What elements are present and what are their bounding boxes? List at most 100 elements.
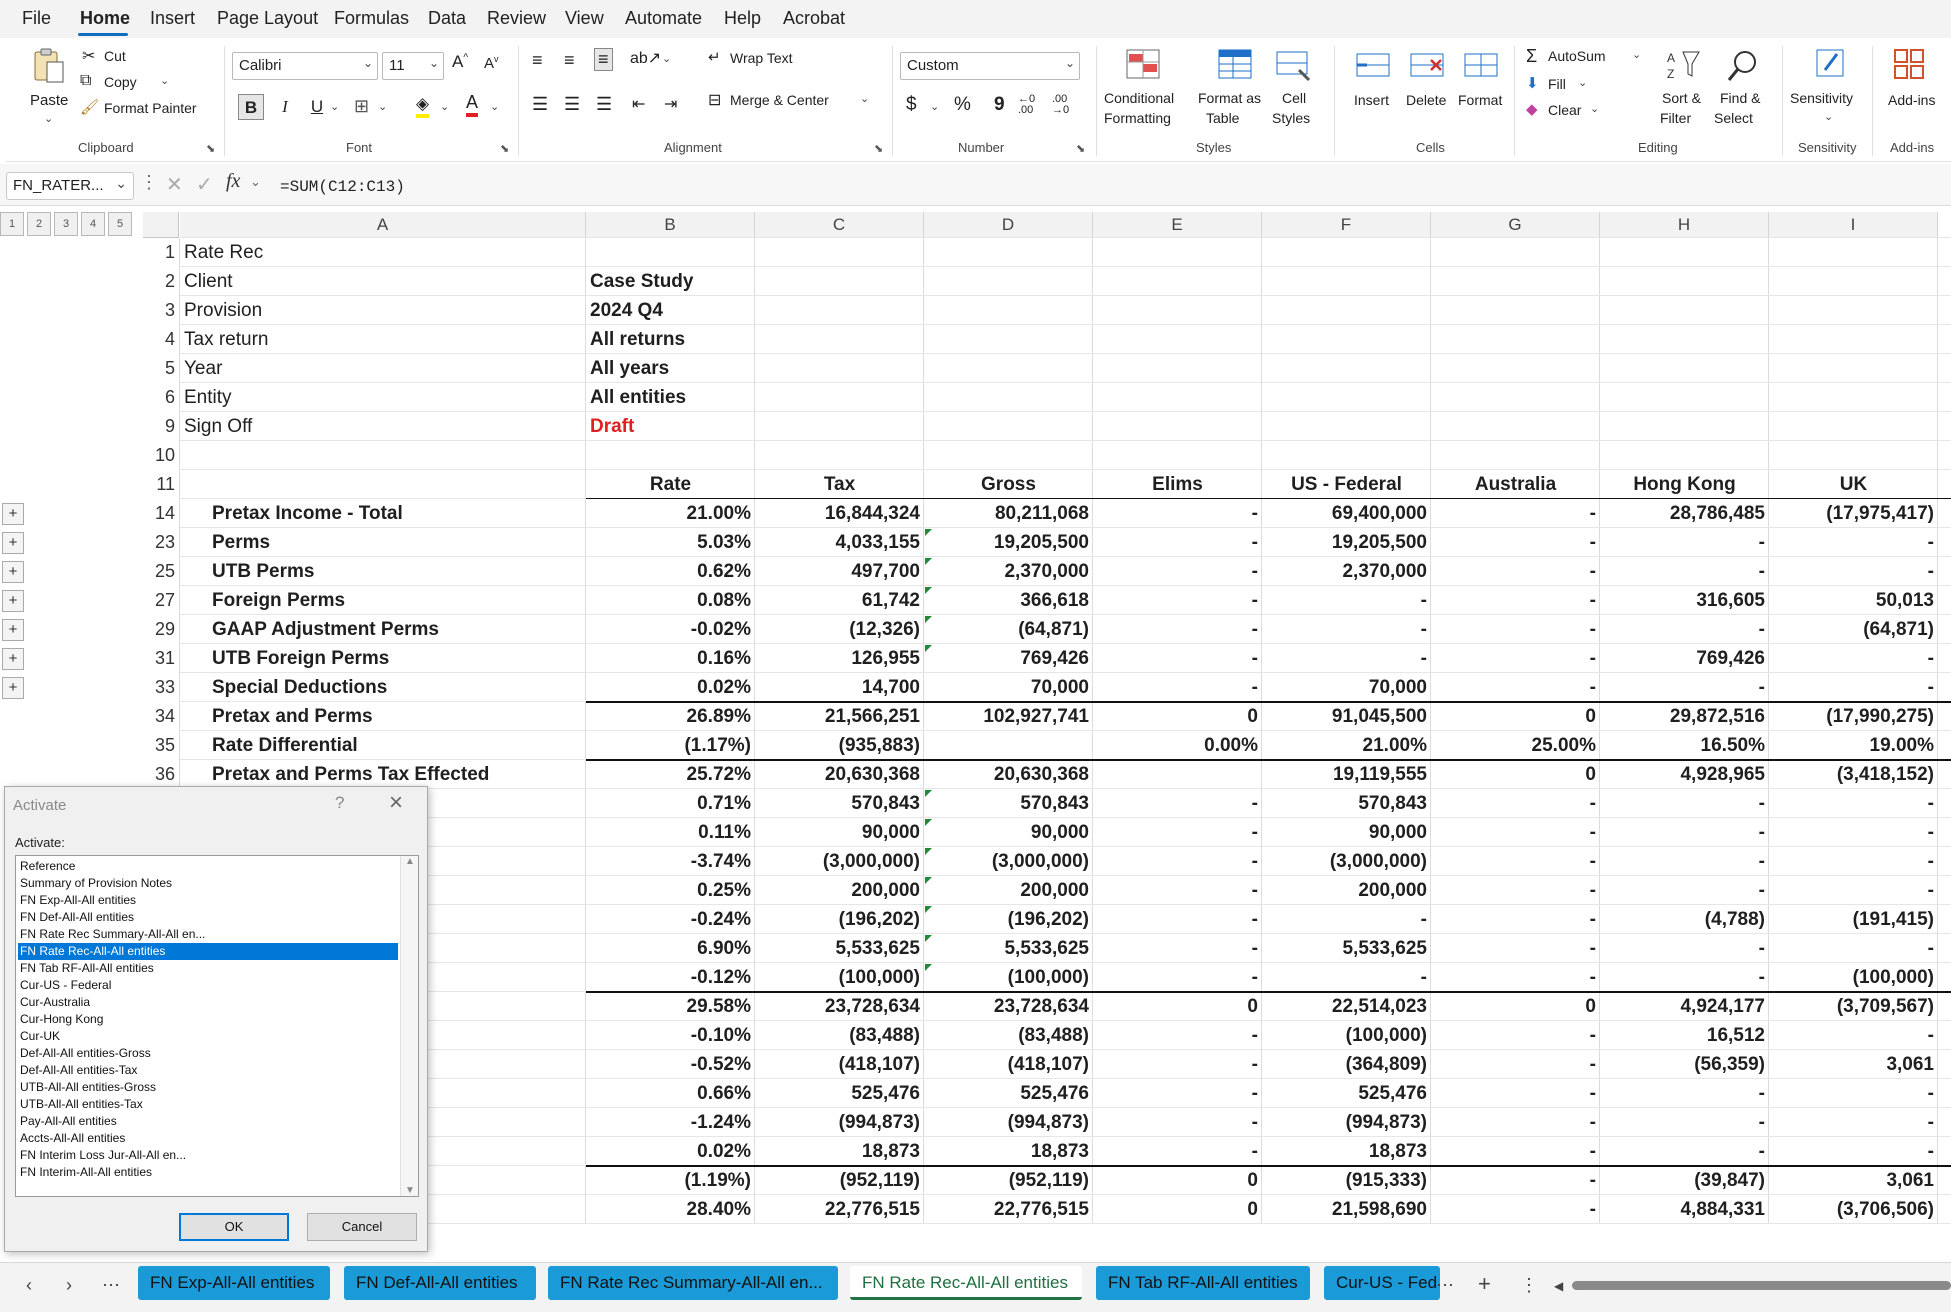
- cell-col-b[interactable]: 5.03%: [586, 528, 755, 557]
- row-number[interactable]: 36: [143, 760, 179, 789]
- cell-col-e[interactable]: -: [1093, 876, 1262, 905]
- cell-col-d[interactable]: 22,776,515: [924, 1195, 1093, 1224]
- clear-dropdown-icon[interactable]: ⌄: [1590, 102, 1599, 115]
- currency-dropdown-icon[interactable]: ⌄: [930, 100, 939, 113]
- cell-col-f[interactable]: (100,000): [1262, 1021, 1431, 1050]
- alignment-launcher-icon[interactable]: ⬊: [874, 142, 883, 155]
- close-icon[interactable]: ×: [389, 789, 403, 817]
- cell-col-h[interactable]: (56,359): [1600, 1050, 1769, 1079]
- row-number[interactable]: 6: [143, 383, 179, 412]
- cell-col-d[interactable]: 5,533,625: [924, 934, 1093, 963]
- decrease-font-icon[interactable]: Av: [484, 54, 499, 72]
- cell-col-f[interactable]: 2,370,000: [1262, 557, 1431, 586]
- column-header-b[interactable]: B: [586, 212, 755, 238]
- scroll-tabs-left-icon[interactable]: ‹: [26, 1275, 32, 1296]
- cell-col-e[interactable]: 0: [1093, 1195, 1262, 1224]
- sensitivity-icon[interactable]: [1810, 44, 1852, 84]
- autosum-dropdown-icon[interactable]: ⌄: [1632, 48, 1641, 61]
- column-header-f[interactable]: F: [1262, 212, 1431, 238]
- cell-col-f[interactable]: 200,000: [1262, 876, 1431, 905]
- copy-icon[interactable]: ⧉: [80, 72, 91, 90]
- cell-col-c[interactable]: 18,873: [755, 1137, 924, 1166]
- cell-value[interactable]: [590, 441, 755, 470]
- cell-col-g[interactable]: -: [1431, 1137, 1600, 1166]
- sheet-tab[interactable]: FN Def-All-All entities: [344, 1266, 536, 1300]
- cell-col-e[interactable]: -: [1093, 499, 1262, 528]
- row-number[interactable]: 34: [143, 702, 179, 731]
- underline-dropdown-icon[interactable]: ⌄: [330, 100, 339, 113]
- sheet-list-item[interactable]: Cur-US - Federal: [18, 977, 398, 994]
- row-label[interactable]: Perms: [212, 528, 612, 557]
- cell-col-d[interactable]: (418,107): [924, 1050, 1093, 1079]
- menu-file[interactable]: File: [22, 8, 51, 29]
- cell-col-e[interactable]: -: [1093, 1137, 1262, 1166]
- align-left-icon[interactable]: ☰: [532, 94, 548, 115]
- cell-col-g[interactable]: -: [1431, 818, 1600, 847]
- scroll-up-icon[interactable]: ▲: [405, 856, 415, 867]
- cell-col-g[interactable]: -: [1431, 1021, 1600, 1050]
- cell-col-c[interactable]: (952,119): [755, 1166, 924, 1195]
- chevron-down-icon[interactable]: ⌄: [115, 175, 127, 192]
- cell-col-h[interactable]: -: [1600, 528, 1769, 557]
- cell-col-b[interactable]: 25.72%: [586, 760, 755, 789]
- sheet-list-item[interactable]: FN Exp-All-All entities: [18, 892, 398, 909]
- format-as-table-label-2[interactable]: Table: [1206, 110, 1239, 126]
- cell-col-i[interactable]: 50,013: [1769, 586, 1938, 615]
- cell-label[interactable]: Year: [184, 354, 584, 383]
- cell-col-c[interactable]: 525,476: [755, 1079, 924, 1108]
- cell-col-d[interactable]: 23,728,634: [924, 992, 1093, 1021]
- column-header-d[interactable]: D: [924, 212, 1093, 238]
- cell-col-d[interactable]: 366,618: [924, 586, 1093, 615]
- italic-button[interactable]: I: [272, 94, 298, 120]
- conditional-formatting-label-2[interactable]: Formatting: [1104, 110, 1171, 126]
- decrease-indent-icon[interactable]: ⇤: [632, 94, 645, 114]
- cell-col-h[interactable]: 16,512: [1600, 1021, 1769, 1050]
- sheet-tab[interactable]: Cur-US - Fed: [1324, 1266, 1440, 1300]
- cell-col-g[interactable]: -: [1431, 499, 1600, 528]
- cell-col-b[interactable]: -0.12%: [586, 963, 755, 992]
- sensitivity-dropdown-icon[interactable]: ⌄: [1824, 110, 1833, 123]
- cell-col-e[interactable]: -: [1093, 673, 1262, 702]
- cell-value[interactable]: All entities: [590, 383, 755, 412]
- increase-font-icon[interactable]: A^: [452, 52, 468, 72]
- cell-col-h[interactable]: 29,872,516: [1600, 702, 1769, 731]
- cell-col-d[interactable]: 70,000: [924, 673, 1093, 702]
- wrap-text-button[interactable]: Wrap Text: [730, 50, 793, 66]
- cell-col-f[interactable]: (3,000,000): [1262, 847, 1431, 876]
- select-all-corner[interactable]: [143, 212, 179, 238]
- column-title[interactable]: Elims: [1093, 470, 1262, 499]
- cell-col-f[interactable]: 90,000: [1262, 818, 1431, 847]
- row-label[interactable]: Pretax Income - Total: [212, 499, 612, 528]
- cell-col-f[interactable]: 19,119,555: [1262, 760, 1431, 789]
- cell-col-b[interactable]: -1.24%: [586, 1108, 755, 1137]
- row-number[interactable]: 31: [143, 644, 179, 673]
- cell-col-i[interactable]: (191,415): [1769, 905, 1938, 934]
- cell-col-e[interactable]: [1093, 760, 1262, 789]
- row-number[interactable]: 11: [143, 470, 179, 499]
- sheet-list-item[interactable]: FN Def-All-All entities: [18, 909, 398, 926]
- increase-decimal-icon[interactable]: ←0.00: [1018, 94, 1035, 116]
- cell-col-h[interactable]: -: [1600, 1079, 1769, 1108]
- scroll-tabs-right-icon[interactable]: ›: [66, 1275, 72, 1296]
- more-options-icon[interactable]: ⋮: [140, 172, 158, 193]
- cell-col-e[interactable]: -: [1093, 818, 1262, 847]
- expand-group-icon[interactable]: +: [2, 590, 24, 612]
- increase-indent-icon[interactable]: ⇥: [664, 94, 677, 114]
- cell-col-e[interactable]: -: [1093, 644, 1262, 673]
- cell-col-b[interactable]: 0.11%: [586, 818, 755, 847]
- bold-button[interactable]: B: [238, 94, 264, 120]
- cell-col-h[interactable]: 769,426: [1600, 644, 1769, 673]
- expand-group-icon[interactable]: +: [2, 532, 24, 554]
- cell-col-b[interactable]: 28.40%: [586, 1195, 755, 1224]
- cell-col-f[interactable]: 21.00%: [1262, 731, 1431, 760]
- format-as-table-label-1[interactable]: Format as: [1198, 90, 1261, 106]
- cell-col-f[interactable]: 5,533,625: [1262, 934, 1431, 963]
- sheet-list-item[interactable]: UTB-All-All entities-Gross: [18, 1079, 398, 1096]
- sort-filter-label-2[interactable]: Filter: [1660, 110, 1691, 126]
- menu-home[interactable]: Home: [80, 8, 130, 29]
- cell-col-e[interactable]: -: [1093, 528, 1262, 557]
- clear-icon[interactable]: ◆: [1526, 100, 1538, 118]
- column-title[interactable]: Hong Kong: [1600, 470, 1769, 499]
- row-label[interactable]: UTB Perms: [212, 557, 612, 586]
- percent-button[interactable]: %: [954, 94, 971, 116]
